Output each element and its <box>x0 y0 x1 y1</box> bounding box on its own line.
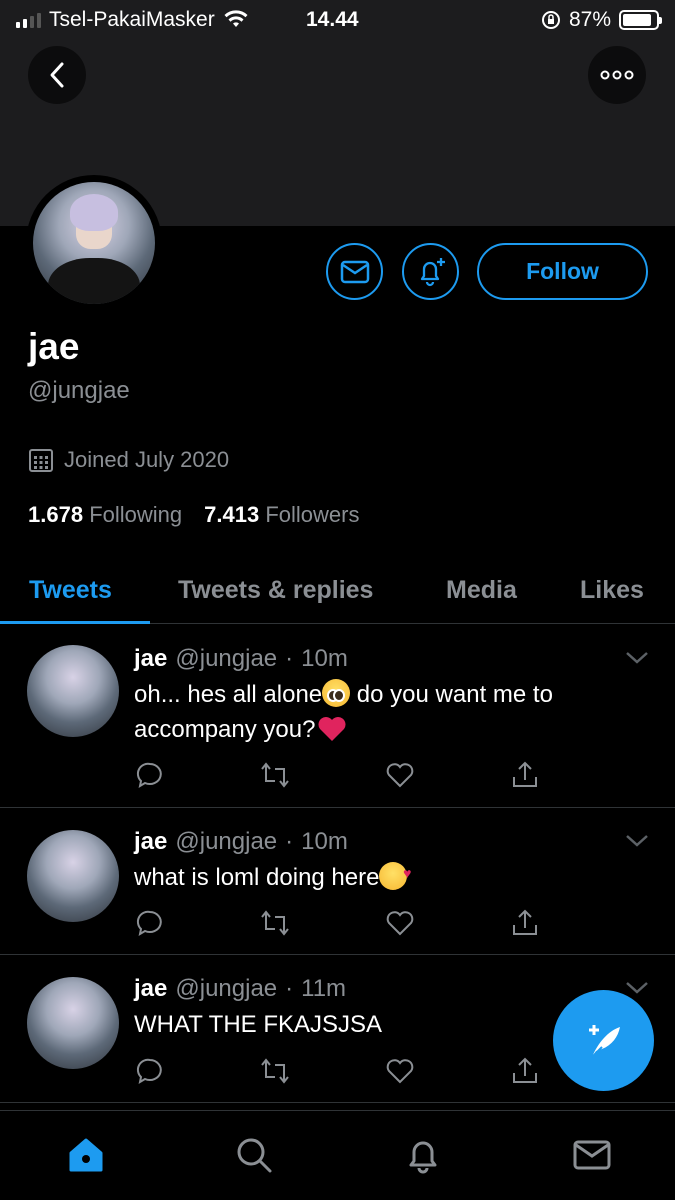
tweet-actions <box>134 1055 554 1087</box>
red-heart-emoji <box>318 717 346 741</box>
like-icon[interactable] <box>384 907 416 939</box>
bell-plus-icon <box>420 257 445 286</box>
retweet-icon[interactable] <box>259 907 291 939</box>
following-count: 1.678 <box>28 502 84 527</box>
calendar-icon <box>29 449 53 472</box>
tweet-text: oh... hes all alone do you want me to ac… <box>134 677 644 747</box>
back-button[interactable] <box>28 46 86 104</box>
tweet-dot: · <box>285 975 294 1002</box>
carrier-label: Tsel-PakaiMasker <box>49 8 215 31</box>
more-button[interactable] <box>588 46 646 104</box>
bottom-nav <box>0 1110 675 1200</box>
status-right: 87% <box>541 8 662 32</box>
profile-name: jae <box>28 326 80 367</box>
reply-icon[interactable] <box>134 759 166 791</box>
wifi-icon <box>224 10 248 27</box>
nav-messages[interactable] <box>570 1133 614 1177</box>
nav-search[interactable] <box>232 1133 276 1177</box>
notifications-button[interactable] <box>402 243 459 300</box>
tweet-avatar[interactable] <box>27 830 119 922</box>
share-icon[interactable] <box>509 907 541 939</box>
tweet-author-name: jae <box>134 645 168 672</box>
avatar-image <box>33 182 155 304</box>
tweet-header: jae @jungjae · 10m <box>134 828 348 856</box>
battery-percent: 87% <box>568 8 611 31</box>
tweet-text-part: WHAT THE FKAJSJSA <box>134 1011 383 1038</box>
follow-button[interactable]: Follow <box>477 243 648 300</box>
profile-handle: @jungjae <box>28 377 130 404</box>
profile-tabs: Tweets Tweets & replies Media Likes <box>0 556 675 624</box>
compose-tweet-icon <box>588 1024 620 1058</box>
tweet-author-name: jae <box>134 975 168 1002</box>
notifications-icon <box>409 1141 437 1174</box>
reply-icon[interactable] <box>134 1055 166 1087</box>
tweet-header: jae @jungjae · 10m <box>134 645 348 673</box>
chevron-down-icon[interactable] <box>625 981 649 995</box>
tweet-actions <box>134 907 554 939</box>
following-label: Following <box>89 502 183 527</box>
tweet-author-handle: @jungjae <box>175 645 278 672</box>
battery-icon <box>619 10 662 30</box>
tab-tweets-replies[interactable]: Tweets & replies <box>178 556 373 624</box>
tweet-author-handle: @jungjae <box>175 975 278 1002</box>
like-icon[interactable] <box>384 1055 416 1087</box>
chevron-down-icon[interactable] <box>625 651 649 665</box>
retweet-icon[interactable] <box>259 759 291 791</box>
profile-avatar[interactable] <box>26 175 162 311</box>
compose-tweet-button[interactable] <box>553 990 654 1091</box>
followers-link[interactable]: 7.413 Followers <box>204 502 359 528</box>
tab-likes[interactable]: Likes <box>580 556 644 624</box>
messages-icon <box>573 1140 611 1170</box>
nav-notifications[interactable] <box>401 1133 445 1177</box>
search-icon <box>237 1138 272 1173</box>
tweet-time: 10m <box>301 828 348 855</box>
joined-date: Joined July 2020 <box>28 447 229 473</box>
joined-label: Joined July 2020 <box>64 447 230 472</box>
tweet-text-part: what is loml doing here <box>134 864 380 891</box>
tab-tweets[interactable]: Tweets <box>29 556 112 624</box>
tweet[interactable]: jae @jungjae · 10m oh... hes all alone d… <box>0 625 675 808</box>
smiling-face-with-hearts-emoji <box>379 856 411 891</box>
reply-icon[interactable] <box>134 907 166 939</box>
orientation-lock-icon <box>541 11 560 29</box>
tab-media[interactable]: Media <box>446 556 517 624</box>
follow-counts: 1.678 Following 7.413 Followers <box>28 502 359 528</box>
tweet-dot: · <box>285 645 294 672</box>
following-link[interactable]: 1.678 Following <box>28 502 182 528</box>
status-left: Tsel-PakaiMasker <box>16 8 249 32</box>
tweet-time: 10m <box>301 645 348 672</box>
status-bar: Tsel-PakaiMasker 14.44 87% <box>0 0 675 40</box>
mail-icon <box>340 260 369 283</box>
tweet-avatar[interactable] <box>27 977 119 1069</box>
tweet-text: what is loml doing here <box>134 856 644 895</box>
tweet-header: jae @jungjae · 11m <box>134 975 346 1003</box>
share-icon[interactable] <box>509 759 541 791</box>
tweet[interactable]: jae @jungjae · 10m what is loml doing he… <box>0 808 675 955</box>
chevron-down-icon[interactable] <box>625 834 649 848</box>
share-icon[interactable] <box>509 1055 541 1087</box>
tweet-actions <box>134 759 554 791</box>
signal-icon <box>16 12 41 28</box>
pleading-face-emoji <box>322 679 351 707</box>
tab-indicator <box>0 621 150 624</box>
nav-home[interactable] <box>64 1133 108 1177</box>
more-horizontal-icon <box>600 70 634 80</box>
battery-level <box>623 14 651 26</box>
followers-label: Followers <box>265 502 360 527</box>
followers-count: 7.413 <box>204 502 260 527</box>
tweet-dot: · <box>285 828 294 855</box>
message-button[interactable] <box>326 243 383 300</box>
like-icon[interactable] <box>384 759 416 791</box>
tweet-author-name: jae <box>134 828 168 855</box>
chevron-left-icon <box>50 62 64 88</box>
retweet-icon[interactable] <box>259 1055 291 1087</box>
tweet-time: 11m <box>301 975 347 1002</box>
home-icon <box>69 1138 103 1172</box>
tweet-avatar[interactable] <box>27 645 119 737</box>
tweet-author-handle: @jungjae <box>175 828 278 855</box>
tweet-text-part: oh... hes all alone <box>134 681 323 708</box>
status-time: 14.44 <box>306 8 359 31</box>
